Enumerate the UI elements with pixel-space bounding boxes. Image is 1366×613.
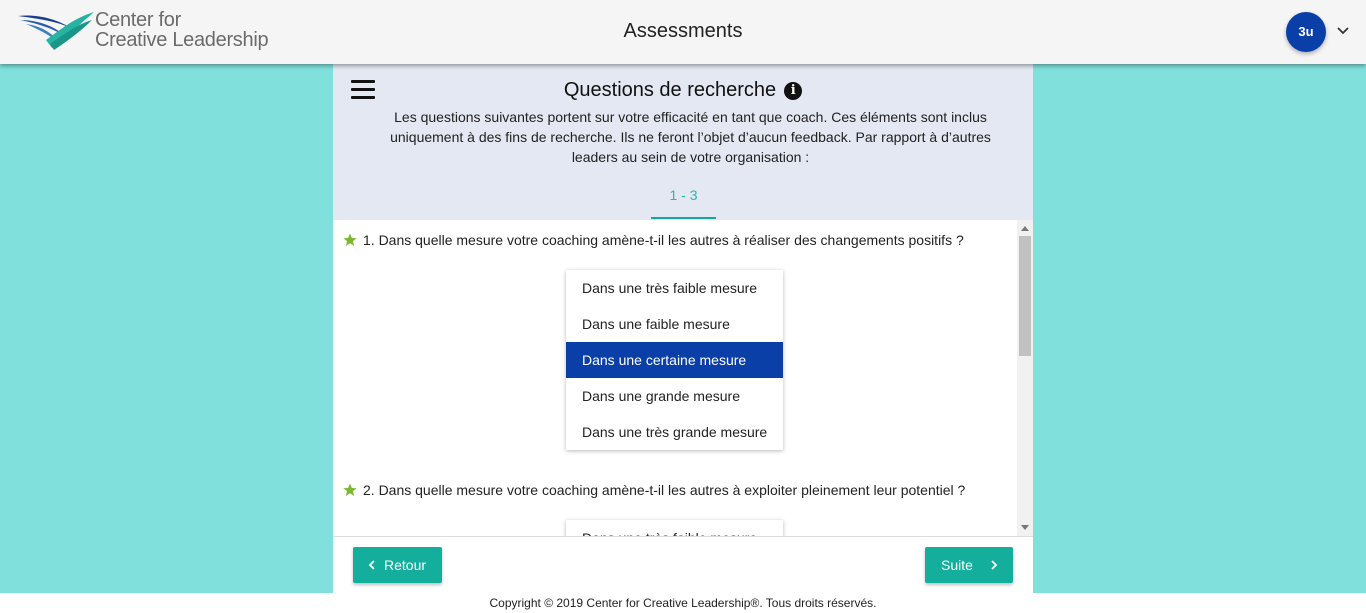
scroll-up-icon[interactable] (1017, 222, 1033, 236)
copyright-footer: Copyright © 2019 Center for Creative Lea… (0, 593, 1366, 613)
info-icon[interactable]: i (784, 81, 803, 100)
question-text: 2. Dans quelle mesure votre coaching amè… (363, 482, 966, 498)
question-text: 1. Dans quelle mesure votre coaching amè… (363, 232, 964, 248)
question-2: 2. Dans quelle mesure votre coaching amè… (343, 482, 965, 498)
top-bar: Center for Creative Leadership Assessmen… (0, 0, 1366, 64)
next-button[interactable]: Suite (925, 547, 1013, 583)
scroll-down-icon[interactable] (1017, 520, 1033, 534)
option-low[interactable]: Dans une faible mesure (566, 306, 783, 342)
option-very-low[interactable]: Dans une très faible mesure (566, 520, 783, 536)
answer-options-2: Dans une très faible mesure (566, 520, 783, 536)
star-icon (343, 483, 357, 496)
scrollbar-thumb[interactable] (1019, 236, 1031, 356)
assessment-panel: Questions de recherche i Les questions su… (333, 64, 1033, 593)
back-button[interactable]: Retour (353, 547, 442, 583)
star-icon (343, 233, 357, 246)
user-avatar[interactable]: 3u (1286, 12, 1326, 52)
section-title: Questions de recherche i (333, 79, 1033, 102)
option-high[interactable]: Dans une grande mesure (566, 378, 783, 414)
option-some[interactable]: Dans une certaine mesure (566, 342, 783, 378)
option-very-low[interactable]: Dans une très faible mesure (566, 270, 783, 306)
answer-options-1: Dans une très faible mesure Dans une fai… (566, 270, 783, 450)
section-intro: Les questions suivantes portent sur votr… (390, 109, 991, 165)
panel-footer: Retour Suite (333, 536, 1033, 593)
option-very-high[interactable]: Dans une très grande mesure (566, 414, 783, 450)
questions-scroll-area[interactable]: 1. Dans quelle mesure votre coaching amè… (333, 220, 1033, 536)
tab-page-1-3[interactable]: 1 - 3 (651, 187, 716, 219)
scrollbar[interactable] (1017, 220, 1033, 536)
chevron-down-icon[interactable] (1336, 24, 1350, 38)
chevron-left-icon (368, 560, 375, 570)
question-1: 1. Dans quelle mesure votre coaching amè… (343, 232, 964, 248)
app-title: Assessments (623, 20, 743, 42)
chevron-right-icon (991, 560, 998, 570)
section-header: Questions de recherche i Les questions su… (333, 64, 1033, 220)
